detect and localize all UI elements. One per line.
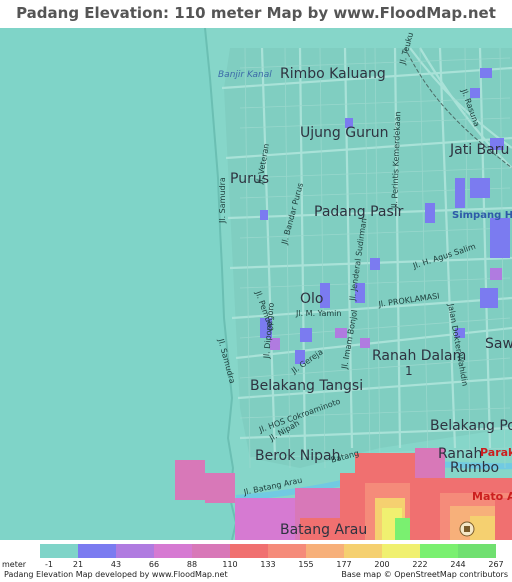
- legend-label: 155: [298, 560, 314, 569]
- legend-swatch: [78, 544, 116, 558]
- legend-label: 200: [374, 560, 390, 569]
- place-ujung-gurun: Ujung Gurun: [300, 125, 389, 141]
- place-berok-nipah: Berok Nipah: [255, 448, 341, 464]
- legend-swatch: [268, 544, 306, 558]
- legend-label: -1: [45, 560, 53, 569]
- credits-floodmap: Padang Elevation Map developed by www.Fl…: [4, 570, 228, 579]
- credits-openstreetmap: Base map © OpenStreetMap contributors: [341, 570, 508, 579]
- elevation-map[interactable]: Rimbo Kaluang Ujung Gurun Jati Baru Puru…: [0, 28, 512, 540]
- legend-swatch: [458, 544, 496, 558]
- legend-label: 110: [222, 560, 238, 569]
- legend-label: 177: [336, 560, 352, 569]
- place-ranah-dalam: Ranah Dalam: [372, 348, 467, 364]
- street-label: Jl. M. Yamin: [296, 309, 342, 318]
- legend-unit: meter: [2, 560, 27, 569]
- legend-swatch: [192, 544, 230, 558]
- legend-swatch: [230, 544, 268, 558]
- legend-label: 267: [488, 560, 504, 569]
- place-batang-arau: Batang Arau: [280, 522, 368, 538]
- legend-label: 88: [186, 560, 198, 569]
- building-icon[interactable]: [459, 521, 475, 537]
- legend-swatch: [40, 544, 78, 558]
- legend-swatch: [154, 544, 192, 558]
- place-olo: Olo: [300, 291, 324, 307]
- place-rumbo: Rumbo: [450, 460, 500, 476]
- legend-label: 21: [72, 560, 84, 569]
- legend-label: 133: [260, 560, 276, 569]
- place-rimbo-kaluang: Rimbo Kaluang: [280, 66, 386, 82]
- place-jati-baru: Jati Baru: [450, 142, 510, 158]
- legend-swatch: [344, 544, 382, 558]
- legend-swatch: [306, 544, 344, 558]
- street-label: Jl. Samudra: [218, 177, 227, 223]
- canal-label: Banjir Kanal: [218, 70, 272, 80]
- legend-label: 244: [450, 560, 466, 569]
- legend-label: 43: [110, 560, 122, 569]
- place-sawa: Sawa: [485, 336, 512, 352]
- place-belakang-pondok: Belakang Pondok: [430, 418, 512, 434]
- legend-label: 222: [412, 560, 428, 569]
- legend-label: 66: [148, 560, 160, 569]
- place-belakang-tangsi: Belakang Tangsi: [250, 378, 364, 394]
- place-parak: Parak: [480, 446, 512, 459]
- place-simpang-haru: Simpang Har: [452, 210, 512, 221]
- elevation-legend: meter -1 21 43 66 88 110 133 155 177 200 222 244 267: [0, 540, 512, 570]
- place-mato-air: Mato Air: [472, 490, 512, 503]
- map-title: Padang Elevation: 110 meter Map by www.F…: [16, 4, 496, 48]
- legend-swatch: [420, 544, 458, 558]
- legend-swatch: [116, 544, 154, 558]
- legend-swatch: [382, 544, 420, 558]
- district-number: 1: [405, 364, 413, 378]
